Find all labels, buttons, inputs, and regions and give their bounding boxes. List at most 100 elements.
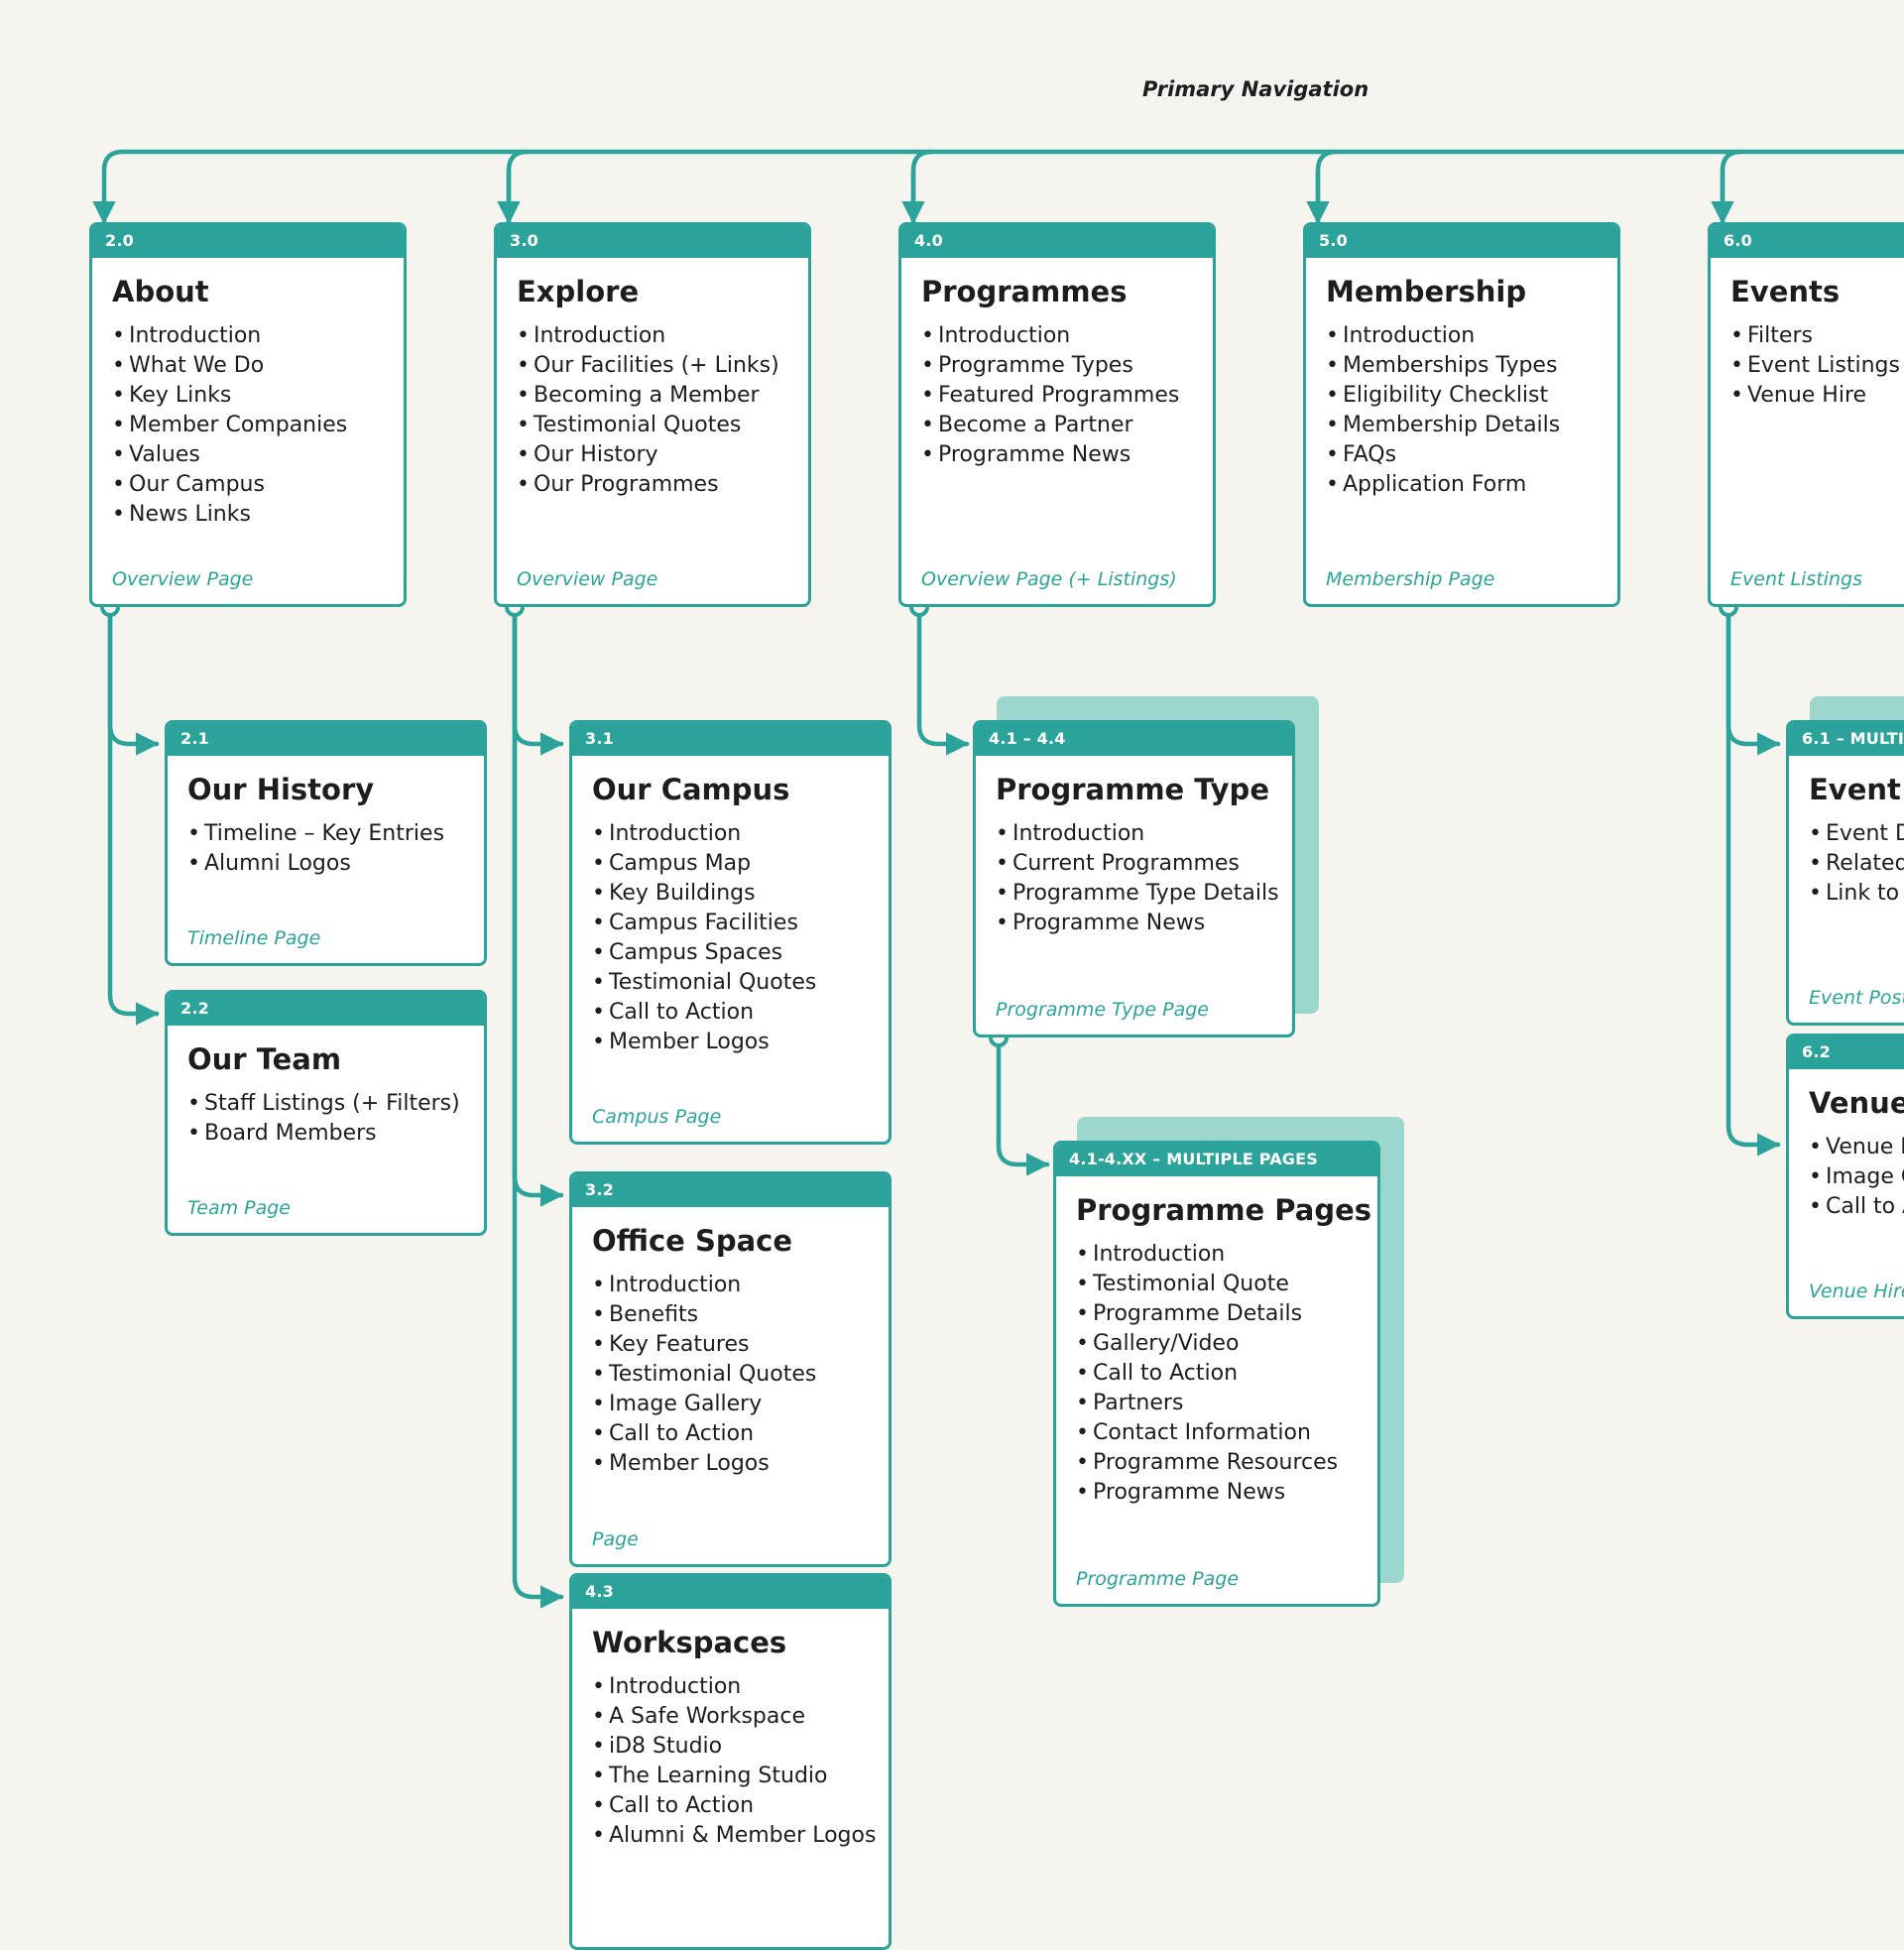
card-list-item: Image Gallery: [1809, 1164, 1904, 1189]
card-title: Event: [1809, 772, 1901, 806]
card-list-item: Call to Action: [1809, 1194, 1904, 1219]
card-items: Staff Listings (+ Filters) Board Members: [187, 1091, 464, 1183]
card-membership[interactable]: 5.0 Membership Introduction Memberships T…: [1303, 222, 1620, 607]
card-list-item: Link to All: [1809, 881, 1904, 906]
card-office-space[interactable]: 3.2 Office Space Introduction Benefits Key…: [569, 1171, 892, 1567]
card-list-item: Partners: [1076, 1391, 1358, 1415]
card-footer: Programme Type Page: [996, 999, 1209, 1021]
card-title: Programme Pages: [1076, 1192, 1372, 1227]
card-list-item: Image Gallery: [592, 1392, 869, 1416]
card-footer: Membership Page: [1326, 568, 1495, 590]
card-list-item: Event Listings: [1730, 353, 1904, 378]
card-list-item: Introduction: [592, 1674, 869, 1699]
card-items: Introduction What We Do Key Links Member Co…: [112, 323, 384, 554]
card-list-item: Programme Types: [921, 353, 1193, 378]
card-ref: 3.1: [572, 723, 889, 756]
card-items: Introduction Campus Map Key Buildings Campu…: [592, 821, 869, 1092]
card-list-item: Board Members: [187, 1121, 464, 1146]
card-ref: 6.2: [1789, 1036, 1904, 1069]
card-list-item: Memberships Types: [1326, 353, 1598, 378]
card-title: Programmes: [921, 274, 1128, 308]
card-programmes[interactable]: 4.0 Programmes Introduction Programme Typ…: [898, 222, 1216, 607]
card-list-item: Gallery/Video: [1076, 1331, 1358, 1356]
card-our-history[interactable]: 2.1 Our History Timeline – Key Entries Al…: [165, 720, 487, 966]
card-ref: 5.0: [1306, 225, 1617, 258]
card-items: Introduction Programme Types Featured Prog…: [921, 323, 1193, 554]
card-list-item: Testimonial Quotes: [592, 1362, 869, 1387]
card-list-item: Programme News: [921, 442, 1193, 467]
card-list-item: Campus Spaces: [592, 940, 869, 965]
card-programme-pages[interactable]: 4.1-4.XX – MULTIPLE PAGES Programme Page…: [1053, 1141, 1380, 1607]
card-list-item: Introduction: [921, 323, 1193, 348]
card-list-item: Benefits: [592, 1302, 869, 1327]
card-list-item: Current Programmes: [996, 851, 1272, 876]
card-list-item: Introduction: [592, 821, 869, 846]
card-footer: Event Post: [1809, 987, 1904, 1009]
card-list-item: Key Features: [592, 1332, 869, 1357]
card-footer: Page: [592, 1528, 639, 1550]
card-list-item: Testimonial Quote: [1076, 1272, 1358, 1296]
card-ref: 2.0: [92, 225, 404, 258]
card-footer: Overview Page (+ Listings): [921, 568, 1177, 590]
card-list-item: Staff Listings (+ Filters): [187, 1091, 464, 1116]
diagram-title: Primary Navigation: [1142, 77, 1369, 101]
card-items: Introduction Our Facilities (+ Links) Beco…: [517, 323, 788, 554]
card-footer: [592, 1919, 869, 1933]
card-ref: 4.0: [901, 225, 1213, 258]
card-list-item: Our Programmes: [517, 472, 788, 497]
card-ref: 4.1-4.XX – MULTIPLE PAGES: [1056, 1144, 1377, 1176]
card-list-item: Testimonial Quotes: [592, 970, 869, 995]
card-title: About: [112, 274, 209, 308]
card-about[interactable]: 2.0 About Introduction What We Do Key Link…: [89, 222, 407, 607]
card-items: Introduction Testimonial Quote Programme D…: [1076, 1242, 1358, 1554]
card-items: Introduction Memberships Types Eligibility…: [1326, 323, 1598, 554]
card-list-item: Becoming a Member: [517, 383, 788, 408]
card-footer: Programme Page: [1076, 1568, 1240, 1590]
card-event[interactable]: 6.1 – MULTIPLE PAGES Event Event Details…: [1786, 720, 1904, 1026]
card-list-item: News Links: [112, 502, 384, 527]
card-list-item: Values: [112, 442, 384, 467]
card-workspaces[interactable]: 4.3 Workspaces Introduction A Safe Worksp…: [569, 1573, 892, 1950]
card-list-item: iD8 Studio: [592, 1734, 869, 1759]
card-title: Explore: [517, 274, 640, 308]
card-our-team[interactable]: 2.2 Our Team Staff Listings (+ Filters) B…: [165, 990, 487, 1236]
card-list-item: Key Links: [112, 383, 384, 408]
card-programme-type[interactable]: 4.1 – 4.4 Programme Type Introduction Cur…: [973, 720, 1295, 1037]
card-list-item: Campus Map: [592, 851, 869, 876]
card-title: Events: [1730, 274, 1841, 308]
card-footer: Campus Page: [592, 1106, 722, 1128]
card-list-item: Introduction: [1326, 323, 1598, 348]
card-items: Filters Event Listings Venue Hire: [1730, 323, 1904, 554]
card-footer: Event Listings: [1730, 568, 1862, 590]
card-title: Workspaces: [592, 1625, 787, 1659]
card-list-item: Filters: [1730, 323, 1904, 348]
card-ref: 4.3: [572, 1576, 889, 1609]
card-our-campus[interactable]: 3.1 Our Campus Introduction Campus Map Key…: [569, 720, 892, 1145]
card-venue-hire[interactable]: 6.2 Venue Hire Venue Details Image Galler…: [1786, 1034, 1904, 1319]
card-events[interactable]: 6.0 Events Filters Event Listings Venue Hi…: [1708, 222, 1904, 607]
card-explore[interactable]: 3.0 Explore Introduction Our Facilities (…: [494, 222, 811, 607]
card-list-item: Programme Type Details: [996, 881, 1279, 906]
card-list-item: Programme News: [1076, 1480, 1358, 1505]
card-list-item: Timeline – Key Entries: [187, 821, 464, 846]
card-title: Our Team: [187, 1041, 342, 1076]
card-list-item: FAQs: [1326, 442, 1598, 467]
card-items: Introduction A Safe Workspace iD8 Studio Th…: [592, 1674, 876, 1919]
card-list-item: Campus Facilities: [592, 911, 869, 935]
sitemap-canvas: Primary Navigation 2.0 About Introductio…: [0, 0, 1904, 1950]
card-list-item: Venue Hire: [1730, 383, 1904, 408]
card-list-item: Introduction: [1076, 1242, 1358, 1267]
card-ref: 3.0: [497, 225, 808, 258]
card-list-item: A Safe Workspace: [592, 1704, 869, 1729]
card-list-item: Introduction: [592, 1273, 869, 1297]
card-list-item: Programme News: [996, 911, 1272, 935]
card-ref: 6.1 – MULTIPLE PAGES: [1789, 723, 1904, 756]
card-ref: 2.2: [168, 993, 484, 1026]
card-list-item: Testimonial Quotes: [517, 413, 788, 437]
card-footer: Timeline Page: [187, 927, 321, 949]
card-ref: 6.0: [1711, 225, 1904, 258]
card-list-item: Featured Programmes: [921, 383, 1193, 408]
card-title: Programme Type: [996, 772, 1269, 806]
card-list-item: Call to Action: [1076, 1361, 1358, 1386]
card-ref: 2.1: [168, 723, 484, 756]
